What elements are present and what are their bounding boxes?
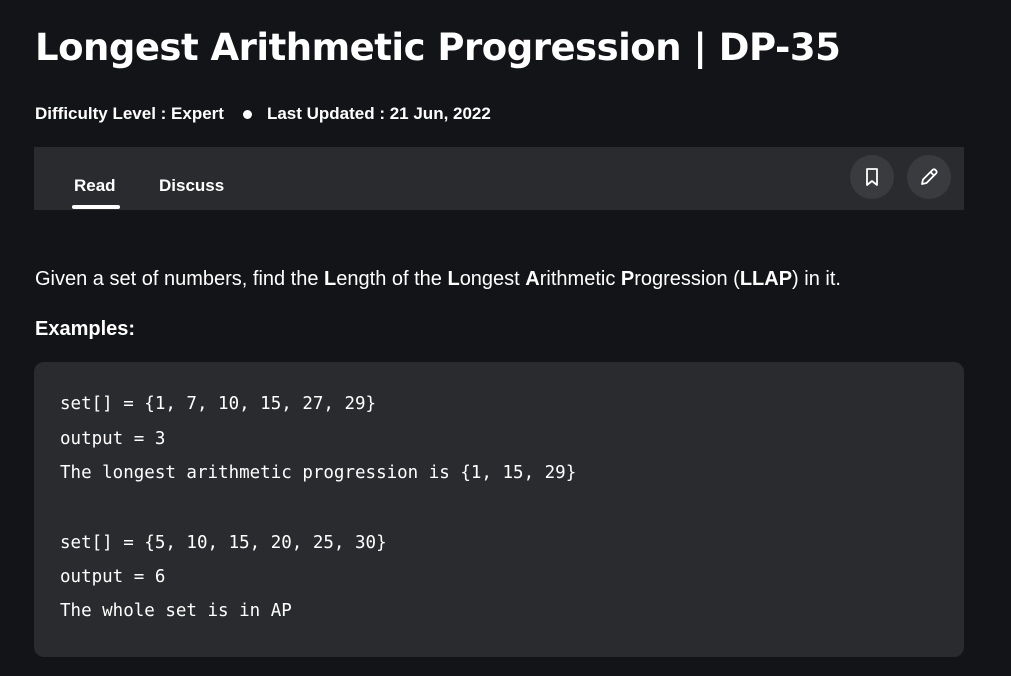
page-title: Longest Arithmetic Progression | DP-35 <box>35 26 841 69</box>
examples-heading: Examples: <box>35 318 136 340</box>
code-line: The whole set is in AP <box>60 601 292 621</box>
example-code-block: set[] = {1, 7, 10, 15, 27, 29} output = … <box>34 362 964 657</box>
intro-paragraph: Given a set of numbers, find the Length … <box>35 268 841 291</box>
code-line: The longest arithmetic progression is {1… <box>60 463 577 483</box>
pencil-icon <box>921 168 938 185</box>
tab-discuss[interactable]: Discuss <box>159 176 224 196</box>
article-page: Longest Arithmetic Progression | DP-35 D… <box>0 0 1011 676</box>
code-line: set[] = {5, 10, 15, 20, 25, 30} <box>60 533 387 553</box>
intro-acronym: LLAP <box>739 268 793 290</box>
intro-text: ongest <box>459 268 526 290</box>
article-meta: Difficulty Level : Expert Last Updated :… <box>35 104 491 124</box>
difficulty-level: Difficulty Level : Expert <box>35 104 224 123</box>
code-line: set[] = {1, 7, 10, 15, 27, 29} <box>60 394 377 414</box>
bookmark-button[interactable] <box>850 155 894 199</box>
code-line: output = 3 <box>60 429 166 449</box>
active-tab-indicator <box>72 205 120 209</box>
article-tab-bar: Read Discuss <box>34 147 964 210</box>
intro-bold-letter: P <box>620 268 635 290</box>
intro-text: ength of the <box>336 268 448 290</box>
last-updated: Last Updated : 21 Jun, 2022 <box>266 104 491 123</box>
intro-bold-letter: L <box>324 268 337 290</box>
intro-bold-letter: A <box>525 268 540 290</box>
intro-text: Given a set of numbers, find the <box>35 268 325 290</box>
separator-dot <box>242 109 252 119</box>
edit-button[interactable] <box>907 155 951 199</box>
code-line: output = 6 <box>60 567 166 587</box>
intro-bold-letter: L <box>447 268 460 290</box>
intro-text: rogression ( <box>634 268 740 290</box>
tab-read[interactable]: Read <box>74 176 116 196</box>
bookmark-icon <box>866 168 878 186</box>
intro-text: ) in it. <box>792 268 841 290</box>
intro-text: rithmetic <box>539 268 621 290</box>
